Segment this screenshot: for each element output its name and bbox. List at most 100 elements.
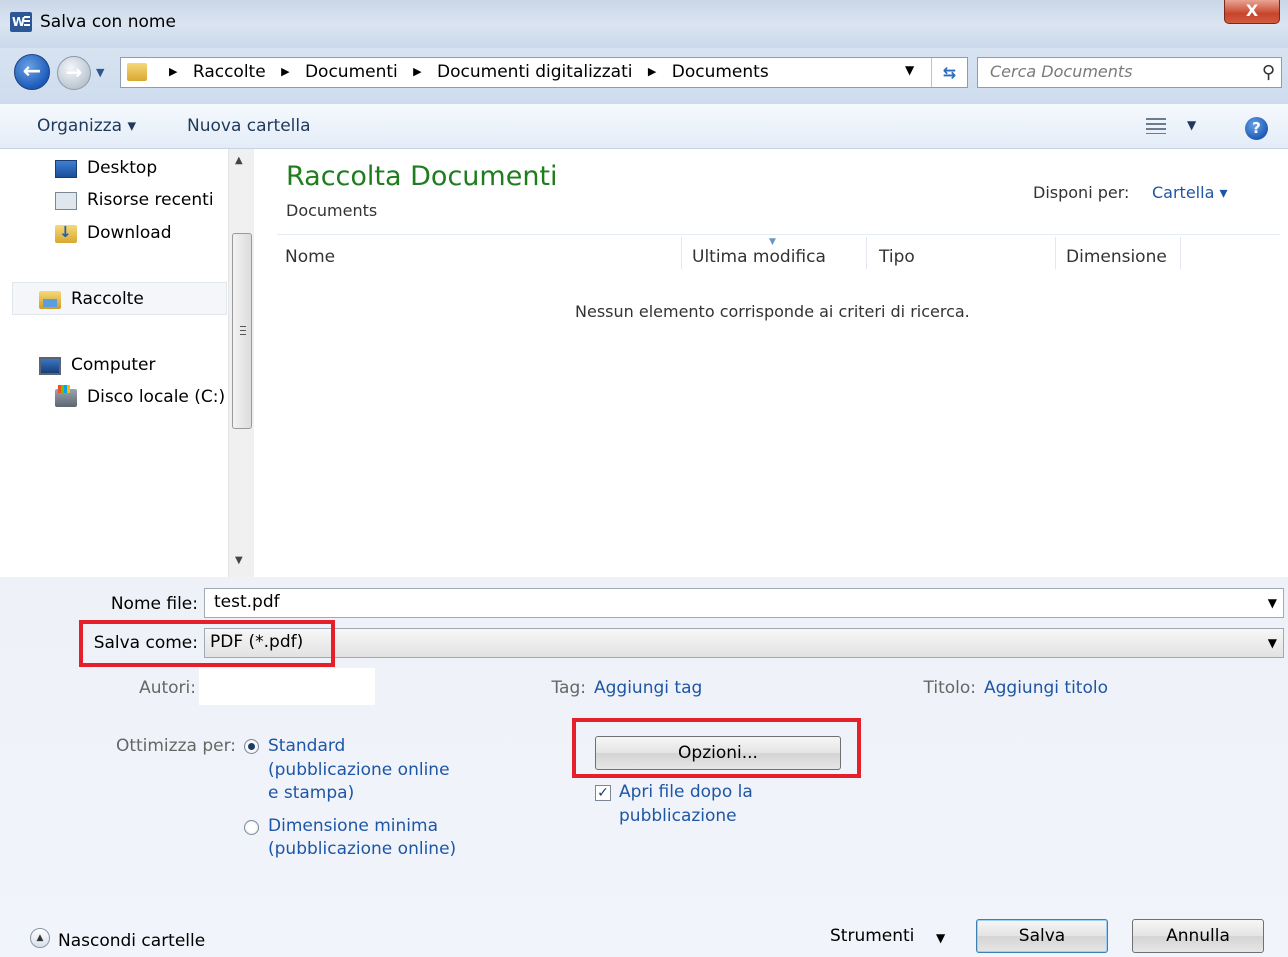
crumb-documenti[interactable]: Documenti — [305, 62, 398, 82]
sort-indicator-icon: ▼ — [769, 237, 776, 247]
file-list-pane: Raccolta Documenti Documents Disponi per… — [259, 149, 1288, 577]
open-after-label[interactable]: pubblicazione — [619, 806, 737, 826]
sidebar-item-label: Computer — [71, 355, 156, 375]
scroll-up-icon[interactable]: ▲ — [235, 155, 243, 166]
column-header-name[interactable]: Nome — [285, 247, 335, 267]
open-after-checkbox[interactable]: ✓ — [595, 785, 611, 801]
column-header-size[interactable]: Dimensione — [1066, 247, 1167, 267]
address-bar[interactable]: ▶ Raccolte ▶ Documenti ▶ Documenti digit… — [120, 57, 968, 88]
radio-minimum-size[interactable] — [244, 820, 259, 835]
empty-message: Nessun elemento corrisponde ai criteri d… — [575, 302, 970, 321]
refresh-icon[interactable]: ⇆ — [931, 58, 967, 87]
grip-icon — [240, 326, 246, 336]
close-button[interactable]: X — [1224, 0, 1280, 24]
library-subtitle: Documents — [286, 201, 378, 220]
view-dropdown-icon[interactable]: ▼ — [1187, 118, 1196, 132]
search-icon[interactable]: ⚲ — [1262, 62, 1275, 83]
optimize-label: Ottimizza per: — [115, 736, 236, 756]
filename-label: Nome file: — [110, 594, 198, 614]
crumb-separator-icon[interactable]: ▶ — [648, 65, 656, 78]
crumb-separator-icon[interactable]: ▶ — [413, 65, 421, 78]
recent-places-icon — [55, 192, 77, 210]
back-button[interactable]: ← — [14, 54, 50, 90]
crumb-separator-icon[interactable]: ▶ — [169, 65, 177, 78]
radio-standard[interactable] — [244, 739, 259, 754]
crumb-documenti-digitalizzati[interactable]: Documenti digitalizzati — [437, 62, 632, 82]
cancel-button[interactable]: Annulla — [1132, 919, 1264, 953]
address-dropdown-icon[interactable]: ▼ — [905, 63, 914, 77]
sidebar-item-recent[interactable]: Risorse recenti — [55, 186, 235, 216]
sidebar-item-label: Risorse recenti — [87, 190, 214, 210]
new-folder-button[interactable]: Nuova cartella — [187, 116, 311, 136]
save-button[interactable]: Salva — [976, 919, 1108, 953]
crumb-documents[interactable]: Documents — [672, 62, 769, 82]
sidebar-item-label: Download — [87, 223, 172, 243]
column-separator[interactable] — [1180, 237, 1181, 269]
filename-value[interactable]: test.pdf — [214, 592, 280, 612]
scrollbar-thumb[interactable] — [232, 233, 252, 581]
option-standard-label[interactable]: Standard — [268, 736, 345, 756]
filename-field[interactable]: test.pdf ▼ — [204, 588, 1284, 618]
folder-icon — [127, 63, 147, 81]
authors-label: Autori: — [139, 678, 196, 698]
filename-dropdown-icon[interactable]: ▼ — [1268, 596, 1277, 610]
search-box[interactable]: ⚲ — [977, 57, 1282, 88]
arrange-by-label: Disponi per: — [1033, 183, 1130, 202]
scrollbar-thumb-body[interactable] — [232, 233, 252, 429]
sidebar-item-label: Disco locale (C:) — [87, 387, 226, 407]
downloads-folder-icon — [55, 223, 77, 243]
sidebar-item-download[interactable]: Download — [55, 219, 235, 249]
breadcrumb: ▶ Raccolte ▶ Documenti ▶ Documenti digit… — [159, 62, 769, 82]
computer-icon — [39, 357, 61, 375]
crumb-separator-icon[interactable]: ▶ — [281, 65, 289, 78]
header-divider — [277, 234, 1280, 235]
highlight-box — [79, 620, 335, 667]
history-dropdown-icon[interactable]: ▼ — [96, 66, 104, 79]
crumb-raccolte[interactable]: Raccolte — [193, 62, 266, 82]
saveas-select[interactable]: PDF (*.pdf) ▼ — [204, 628, 1284, 658]
sidebar-item-desktop[interactable]: Desktop — [55, 154, 235, 184]
add-title-link[interactable]: Aggiungi titolo — [984, 678, 1108, 698]
open-after-label[interactable]: Apri file dopo la — [619, 782, 753, 802]
arrange-by-dropdown[interactable]: Cartella ▾ — [1152, 183, 1227, 202]
navigation-pane: Desktop Risorse recenti Download Raccolt… — [8, 149, 258, 577]
saveas-dropdown-icon[interactable]: ▼ — [1268, 636, 1277, 650]
word-icon: W — [10, 12, 32, 32]
authors-field[interactable] — [199, 668, 375, 705]
toolbar: Organizza ▾ Nuova cartella ▼ ? — [0, 104, 1288, 149]
sidebar-item-computer[interactable]: Computer — [39, 351, 229, 381]
desktop-icon — [55, 160, 77, 178]
column-header-type[interactable]: Tipo — [879, 247, 915, 267]
local-disk-icon — [55, 385, 77, 407]
option-minimum-label[interactable]: Dimensione minima — [268, 816, 438, 836]
column-header-modified[interactable]: Ultima modifica — [692, 247, 826, 267]
tools-dropdown-icon[interactable]: ▼ — [936, 931, 945, 945]
help-icon[interactable]: ? — [1245, 117, 1268, 140]
organize-menu[interactable]: Organizza ▾ — [37, 116, 136, 136]
scroll-down-icon[interactable]: ▼ — [235, 555, 243, 566]
sidebar-item-label: Desktop — [87, 158, 158, 178]
hide-folders-link[interactable]: Nascondi cartelle — [58, 931, 205, 951]
title-bar: W Salva con nome X — [0, 0, 1288, 48]
highlight-box — [572, 718, 861, 778]
column-separator[interactable] — [1055, 237, 1056, 269]
sidebar-item-local-disk[interactable]: Disco locale (C:) — [55, 383, 235, 413]
tools-menu[interactable]: Strumenti — [830, 926, 914, 946]
option-standard-label[interactable]: e stampa) — [268, 783, 354, 803]
search-input[interactable] — [990, 62, 1250, 81]
column-separator[interactable] — [866, 237, 867, 269]
title-label: Titolo: — [923, 678, 976, 698]
sidebar-item-raccolte[interactable]: Raccolte — [39, 285, 229, 315]
view-options-icon[interactable] — [1146, 118, 1166, 134]
hide-folders-icon[interactable]: ▲ — [30, 928, 50, 948]
save-form: Nome file: test.pdf ▼ Salva come: PDF (*… — [0, 577, 1288, 957]
nav-scrollbar[interactable]: ▲ ▼ — [228, 149, 254, 577]
library-title: Raccolta Documenti — [286, 161, 558, 192]
sidebar-item-label: Raccolte — [71, 289, 144, 309]
option-minimum-label[interactable]: (pubblicazione online) — [268, 839, 456, 859]
libraries-icon — [39, 291, 61, 309]
forward-button[interactable]: → — [57, 56, 91, 90]
option-standard-label[interactable]: (pubblicazione online — [268, 760, 450, 780]
add-tag-link[interactable]: Aggiungi tag — [594, 678, 702, 698]
column-separator[interactable] — [681, 237, 682, 269]
